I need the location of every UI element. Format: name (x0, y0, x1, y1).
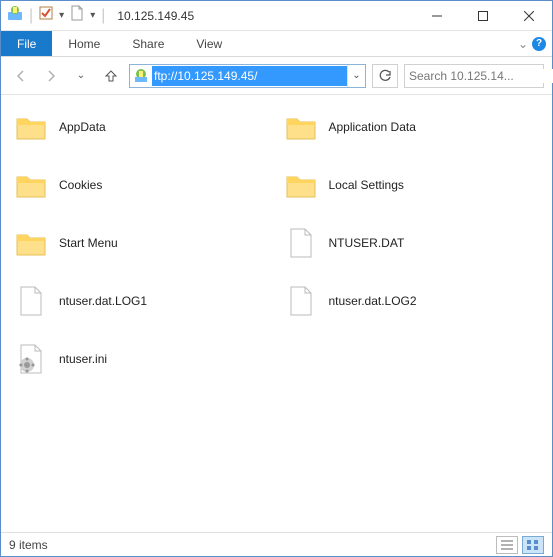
ribbon-expand-icon[interactable]: ⌄ (518, 37, 528, 51)
item-label: Local Settings (329, 178, 404, 192)
folder-icon (13, 225, 49, 261)
titlebar: | ▾ ▾ | 10.125.149.45 (1, 1, 552, 31)
item-label: Application Data (329, 120, 416, 134)
list-item[interactable]: Cookies (13, 165, 271, 205)
item-label: Cookies (59, 178, 102, 192)
list-item[interactable]: AppData (13, 107, 271, 147)
ribbon: File Home Share View ⌄ ? (1, 31, 552, 57)
view-details-button[interactable] (496, 536, 518, 554)
navigation-bar: ⌄ ⌄ (1, 57, 552, 95)
search-box[interactable] (404, 64, 544, 88)
folder-icon (283, 167, 319, 203)
window-title: 10.125.149.45 (117, 9, 194, 23)
list-item[interactable]: NTUSER.DAT (283, 223, 541, 263)
file-list: AppData Application Data Cookies Local Sett… (1, 95, 552, 532)
folder-icon (13, 167, 49, 203)
tab-share[interactable]: Share (116, 31, 180, 56)
minimize-button[interactable] (414, 1, 460, 31)
item-label: ntuser.ini (59, 352, 107, 366)
address-favicon-icon (130, 68, 152, 84)
back-button[interactable] (9, 63, 33, 89)
file-icon (283, 283, 319, 319)
search-input[interactable] (409, 69, 553, 83)
qat-divider: | (101, 7, 105, 25)
list-item[interactable]: ntuser.dat.LOG2 (283, 281, 541, 321)
tab-home[interactable]: Home (52, 31, 116, 56)
maximize-button[interactable] (460, 1, 506, 31)
item-label: AppData (59, 120, 106, 134)
status-bar: 9 items (1, 532, 552, 556)
qat-divider: | (29, 7, 33, 25)
view-icons-button[interactable] (522, 536, 544, 554)
list-item[interactable]: Start Menu (13, 223, 271, 263)
tab-view[interactable]: View (180, 31, 238, 56)
up-button[interactable] (99, 63, 123, 89)
list-item[interactable]: Application Data (283, 107, 541, 147)
list-item[interactable]: ntuser.dat.LOG1 (13, 281, 271, 321)
file-icon (13, 283, 49, 319)
item-label: Start Menu (59, 236, 118, 250)
refresh-button[interactable] (372, 64, 398, 88)
close-button[interactable] (506, 1, 552, 31)
folder-icon (13, 109, 49, 145)
recent-button[interactable]: ⌄ (69, 63, 93, 89)
settings-file-icon (13, 341, 49, 377)
qat-file-icon[interactable] (70, 5, 84, 26)
help-icon[interactable]: ? (532, 37, 546, 51)
app-icon (7, 5, 23, 26)
quick-access-toolbar: | ▾ ▾ | (7, 5, 109, 26)
qat-checkbox-icon[interactable] (39, 6, 53, 25)
list-item[interactable]: Local Settings (283, 165, 541, 205)
file-icon (283, 225, 319, 261)
item-count: 9 items (9, 538, 48, 552)
list-item[interactable]: ntuser.ini (13, 339, 271, 379)
item-label: ntuser.dat.LOG2 (329, 294, 417, 308)
item-label: NTUSER.DAT (329, 236, 405, 250)
address-bar[interactable]: ⌄ (129, 64, 366, 88)
address-input[interactable] (152, 66, 347, 86)
item-label: ntuser.dat.LOG1 (59, 294, 147, 308)
folder-icon (283, 109, 319, 145)
qat-dropdown-icon[interactable]: ▾ (59, 10, 64, 21)
qat-dropdown2-icon[interactable]: ▾ (90, 10, 95, 21)
forward-button[interactable] (39, 63, 63, 89)
file-tab[interactable]: File (1, 31, 52, 56)
address-dropdown-icon[interactable]: ⌄ (347, 65, 365, 87)
